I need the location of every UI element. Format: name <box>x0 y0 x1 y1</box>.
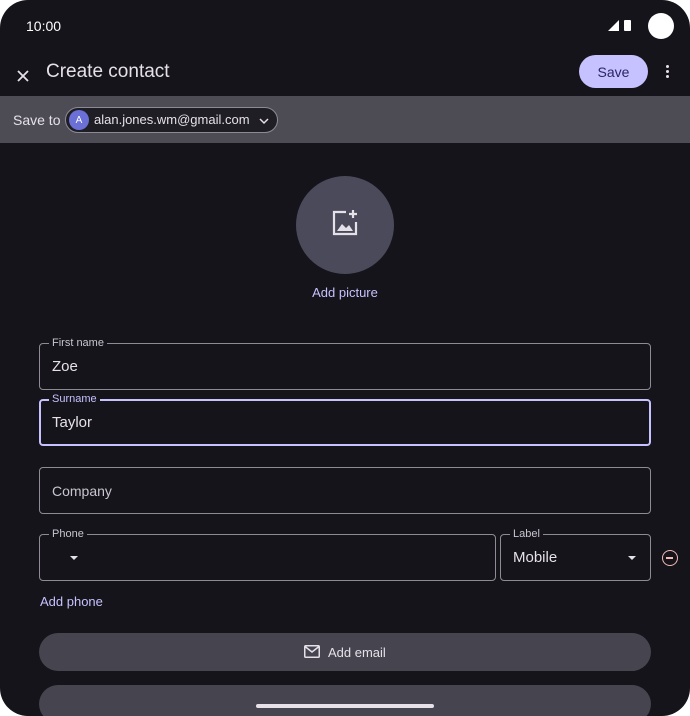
contacts-app: 10:00 Create contact Save Save to A alan… <box>0 0 690 716</box>
account-email: alan.jones.wm@gmail.com <box>94 112 250 127</box>
company-field[interactable]: Company <box>39 467 651 514</box>
status-icons <box>608 20 634 34</box>
signal-icon <box>608 20 619 31</box>
first-name-field[interactable]: First name Zoe <box>39 337 651 390</box>
home-indicator[interactable] <box>256 704 434 708</box>
save-to-bar: Save to A alan.jones.wm@gmail.com <box>0 96 690 143</box>
status-bar: 10:00 <box>0 0 690 52</box>
phone-label: Phone <box>49 528 87 540</box>
page-title: Create contact <box>46 61 170 82</box>
remove-circle-icon[interactable] <box>662 550 678 566</box>
avatar: A <box>69 110 89 130</box>
save-button[interactable]: Save <box>579 55 648 88</box>
close-icon[interactable] <box>10 58 38 86</box>
phone-label-select[interactable]: Label Mobile <box>500 528 651 581</box>
company-placeholder: Company <box>52 483 112 499</box>
add-picture-link[interactable]: Add picture <box>0 285 690 300</box>
next-field-button[interactable] <box>39 685 651 716</box>
phone-type-value: Mobile <box>513 549 558 566</box>
surname-label: Surname <box>49 393 100 405</box>
save-to-label: Save to <box>13 112 61 128</box>
account-selector[interactable]: A alan.jones.wm@gmail.com <box>65 107 278 133</box>
add-picture-button[interactable] <box>296 176 394 274</box>
battery-icon <box>624 20 631 31</box>
chevron-down-icon <box>258 114 270 126</box>
add-email-button[interactable]: Add email <box>39 633 651 671</box>
add-email-label: Add email <box>328 645 386 660</box>
app-bar: Create contact Save <box>0 52 690 96</box>
status-time: 10:00 <box>26 18 62 34</box>
phone-type-dropdown-icon <box>628 556 636 560</box>
add-phone-link[interactable]: Add phone <box>40 594 103 609</box>
phone-type-label: Label <box>510 528 543 540</box>
more-vert-icon[interactable] <box>656 60 678 84</box>
first-name-value: Zoe <box>52 358 78 375</box>
camera-cutout <box>648 13 674 39</box>
country-code-dropdown-icon[interactable] <box>70 556 78 560</box>
add-photo-icon <box>329 207 361 239</box>
first-name-label: First name <box>49 337 107 349</box>
phone-field[interactable]: Phone <box>39 528 496 581</box>
surname-field[interactable]: Surname Taylor <box>39 393 651 446</box>
surname-value: Taylor <box>52 414 93 431</box>
mail-icon <box>304 645 320 658</box>
